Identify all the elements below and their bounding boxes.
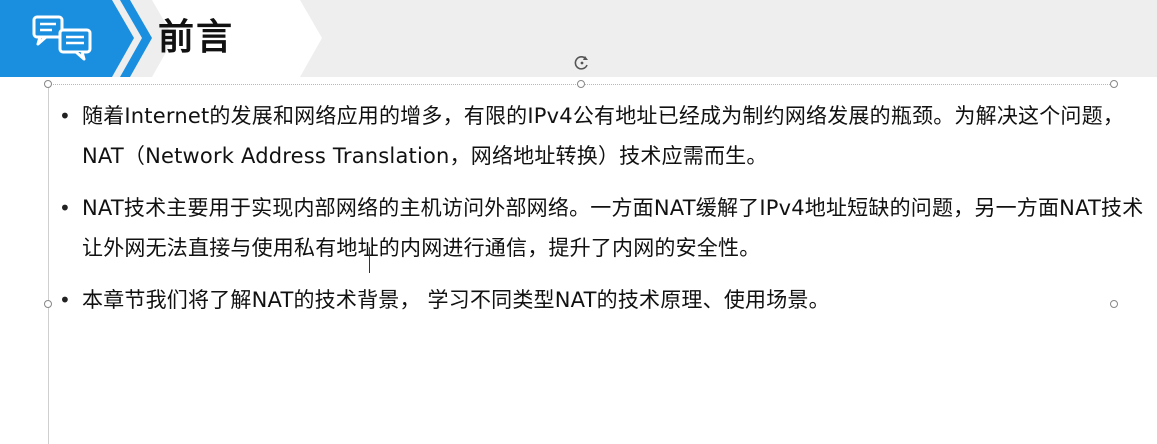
bullet-dot: • <box>59 288 71 312</box>
resize-handle-middle-left[interactable] <box>44 300 52 308</box>
bullet-dot: • <box>59 196 71 220</box>
slide-title[interactable]: 前言 <box>158 8 234 68</box>
bullet-text[interactable]: 本章节我们将了解NAT的技术背景， 学习不同类型NAT的技术原理、使用场景。 <box>82 280 1144 320</box>
resize-handle-top-left[interactable] <box>44 80 52 88</box>
bullet-dot: • <box>59 104 71 128</box>
list-item: • 随着Internet的发展和网络应用的增多，有限的IPv4公有地址已经成为制… <box>54 96 1144 176</box>
text-cursor <box>369 247 370 273</box>
chat-bubbles-icon <box>22 12 102 64</box>
bullet-text[interactable]: NAT技术主要用于实现内部网络的主机访问外部网络。一方面NAT缓解了IPv4地址… <box>82 188 1144 268</box>
resize-handle-top-center[interactable] <box>577 80 585 88</box>
bullet-list[interactable]: • 随着Internet的发展和网络应用的增多，有限的IPv4公有地址已经成为制… <box>54 96 1144 332</box>
list-item: • NAT技术主要用于实现内部网络的主机访问外部网络。一方面NAT缓解了IPv4… <box>54 188 1144 268</box>
rotate-handle-icon[interactable] <box>574 55 590 71</box>
list-item: • 本章节我们将了解NAT的技术背景， 学习不同类型NAT的技术原理、使用场景。 <box>54 280 1144 320</box>
bullet-text[interactable]: 随着Internet的发展和网络应用的增多，有限的IPv4公有地址已经成为制约网… <box>82 96 1144 176</box>
resize-handle-top-right[interactable] <box>1110 80 1118 88</box>
